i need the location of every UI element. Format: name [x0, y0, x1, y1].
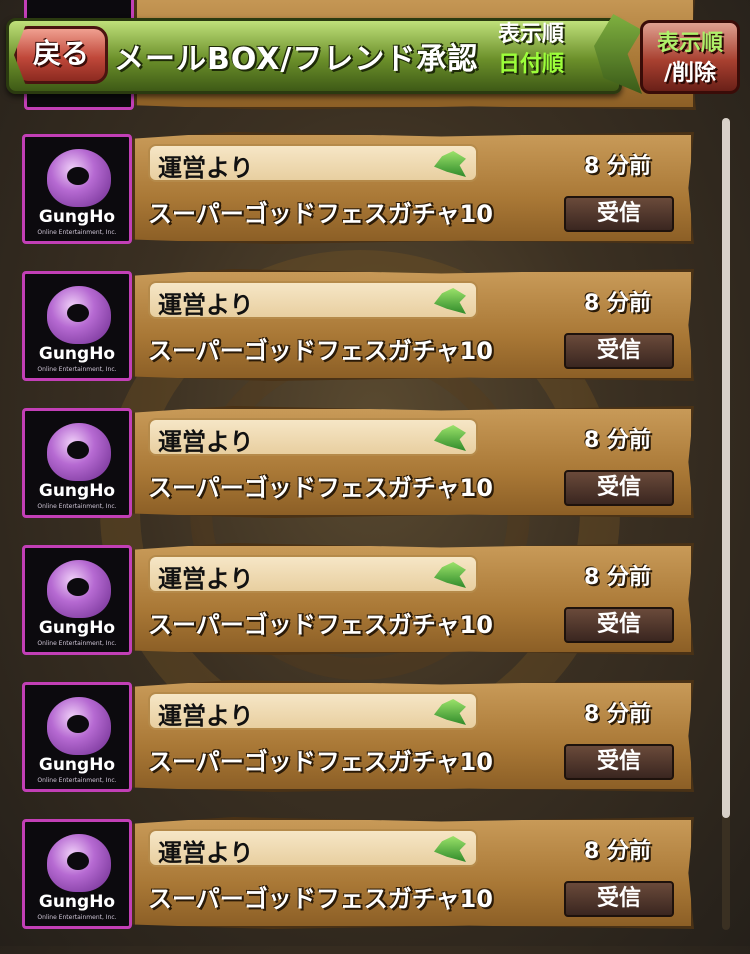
- mail-time: 8 分前: [584, 702, 651, 727]
- dragon-icon: [434, 151, 466, 177]
- sender-name: 運営より: [158, 565, 254, 593]
- logo-mark: [47, 149, 111, 207]
- page-title: メールBOX/フレンド承認: [114, 42, 479, 77]
- sort-delete-label-2: /削除: [663, 61, 717, 86]
- mail-subject: スーパーゴッドフェスガチャ10: [148, 885, 493, 913]
- sender-box: 運営より: [148, 829, 478, 867]
- logo-subtext: Online Entertainment, Inc.: [37, 366, 117, 373]
- logo-text: GungHo: [38, 618, 116, 638]
- receive-button[interactable]: 受信: [564, 333, 674, 369]
- mail-subject: スーパーゴッドフェスガチャ10: [148, 748, 493, 776]
- logo-subtext: Online Entertainment, Inc.: [37, 503, 117, 510]
- scrollbar-thumb[interactable]: [722, 118, 730, 818]
- sort-order-label: 表示順: [498, 22, 565, 47]
- mail-item[interactable]: GungHo Online Entertainment, Inc. 運営より 8…: [22, 680, 694, 792]
- back-button[interactable]: 戻る: [14, 26, 108, 84]
- mail-time: 8 分前: [584, 428, 651, 453]
- mail-time: 8 分前: [584, 291, 651, 316]
- receive-button[interactable]: 受信: [564, 881, 674, 917]
- logo-subtext: Online Entertainment, Inc.: [37, 777, 117, 784]
- mail-item[interactable]: GungHo Online Entertainment, Inc. 運営より 8…: [22, 269, 694, 381]
- dragon-icon: [434, 562, 466, 588]
- mail-subject: スーパーゴッドフェスガチャ10: [148, 474, 493, 502]
- logo-mark: [47, 697, 111, 755]
- sort-order-indicator[interactable]: 表示順 日付順: [498, 20, 564, 80]
- gungho-logo-icon: GungHo Online Entertainment, Inc.: [22, 408, 132, 518]
- mail-item[interactable]: GungHo Online Entertainment, Inc. 運営より 8…: [22, 817, 694, 929]
- logo-text: GungHo: [38, 344, 116, 364]
- mail-subject: スーパーゴッドフェスガチャ10: [148, 611, 493, 639]
- dragon-icon: [434, 699, 466, 725]
- sender-name: 運営より: [158, 702, 254, 730]
- logo-mark: [47, 423, 111, 481]
- sender-box: 運営より: [148, 281, 478, 319]
- sender-name: 運営より: [158, 291, 254, 319]
- gungho-logo-icon: GungHo Online Entertainment, Inc.: [22, 271, 132, 381]
- receive-button[interactable]: 受信: [564, 744, 674, 780]
- mail-subject: スーパーゴッドフェスガチャ10: [148, 200, 493, 228]
- logo-text: GungHo: [38, 892, 116, 912]
- receive-button[interactable]: 受信: [564, 470, 674, 506]
- logo-mark: [47, 834, 111, 892]
- mail-item[interactable]: GungHo Online Entertainment, Inc. 運営より 8…: [22, 132, 694, 244]
- sort-order-value: 日付順: [498, 52, 565, 77]
- logo-text: GungHo: [38, 207, 116, 227]
- logo-text: GungHo: [38, 755, 116, 775]
- sender-box: 運営より: [148, 555, 478, 593]
- sender-name: 運営より: [158, 428, 254, 456]
- mail-item[interactable]: GungHo Online Entertainment, Inc. 運営より 8…: [22, 406, 694, 518]
- logo-mark: [47, 286, 111, 344]
- logo-subtext: Online Entertainment, Inc.: [37, 914, 117, 921]
- mail-item[interactable]: GungHo Online Entertainment, Inc. 運営より 8…: [22, 543, 694, 655]
- sort-delete-label-1: 表示順: [656, 31, 723, 56]
- receive-button[interactable]: 受信: [564, 196, 674, 232]
- mail-time: 8 分前: [584, 839, 651, 864]
- logo-subtext: Online Entertainment, Inc.: [37, 640, 117, 647]
- logo-subtext: Online Entertainment, Inc.: [37, 229, 117, 236]
- sender-box: 運営より: [148, 418, 478, 456]
- mail-time: 8 分前: [584, 565, 651, 590]
- dragon-icon: [434, 425, 466, 451]
- gungho-logo-icon: GungHo Online Entertainment, Inc.: [22, 134, 132, 244]
- sender-box: 運営より: [148, 144, 478, 182]
- mail-time: 8 分前: [584, 154, 651, 179]
- mail-list: GungHo Online Entertainment, Inc. 運営より 8…: [22, 132, 694, 954]
- logo-mark: [47, 560, 111, 618]
- sort-delete-button[interactable]: 表示順 /削除: [640, 20, 740, 94]
- gungho-logo-icon: GungHo Online Entertainment, Inc.: [22, 545, 132, 655]
- header: 戻る メールBOX/フレンド承認 表示順 日付順 表示順 /削除: [0, 0, 750, 100]
- mail-subject: スーパーゴッドフェスガチャ10: [148, 337, 493, 365]
- dragon-icon: [434, 288, 466, 314]
- dragon-icon: [434, 836, 466, 862]
- sender-name: 運営より: [158, 154, 254, 182]
- gungho-logo-icon: GungHo Online Entertainment, Inc.: [22, 682, 132, 792]
- receive-button[interactable]: 受信: [564, 607, 674, 643]
- sender-box: 運営より: [148, 692, 478, 730]
- logo-text: GungHo: [38, 481, 116, 501]
- gungho-logo-icon: GungHo Online Entertainment, Inc.: [22, 819, 132, 929]
- sender-name: 運営より: [158, 839, 254, 867]
